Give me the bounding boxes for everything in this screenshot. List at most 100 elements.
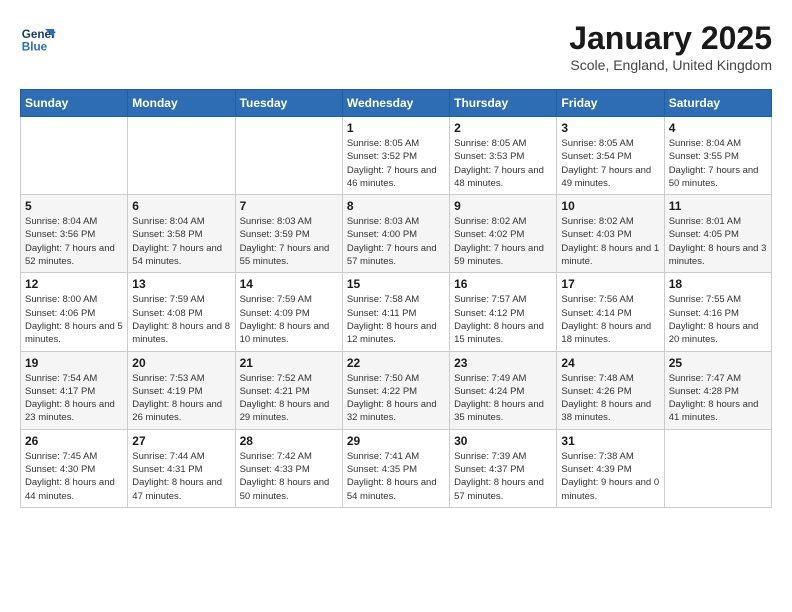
calendar-cell: 5 Sunrise: 8:04 AM Sunset: 3:56 PM Daylig… <box>21 195 128 273</box>
day-info: Sunrise: 8:01 AM Sunset: 4:05 PM Dayligh… <box>669 215 767 268</box>
day-number: 25 <box>669 356 767 370</box>
calendar-cell: 23 Sunrise: 7:49 AM Sunset: 4:24 PM Dayli… <box>450 351 557 429</box>
day-number: 17 <box>561 277 659 291</box>
day-number: 6 <box>132 199 230 213</box>
calendar-cell: 9Sunrise: 8:02 AM Sunset: 4:02 PM Daylig… <box>450 195 557 273</box>
calendar-cell: 17 Sunrise: 7:56 AM Sunset: 4:14 PM Dayli… <box>557 273 664 351</box>
day-info: Sunrise: 8:04 AM Sunset: 3:55 PM Dayligh… <box>669 137 767 190</box>
day-number: 12 <box>25 277 123 291</box>
day-number: 2 <box>454 121 552 135</box>
calendar-cell: 19 Sunrise: 7:54 AM Sunset: 4:17 PM Dayli… <box>21 351 128 429</box>
title-area: January 2025 Scole, England, United King… <box>569 20 772 73</box>
day-info: Sunrise: 7:56 AM Sunset: 4:14 PM Dayligh… <box>561 293 659 346</box>
day-info: Sunrise: 8:00 AM Sunset: 4:06 PM Dayligh… <box>25 293 123 346</box>
week-row-3: 12 Sunrise: 8:00 AM Sunset: 4:06 PM Dayli… <box>21 273 772 351</box>
day-number: 1 <box>347 121 445 135</box>
day-number: 28 <box>240 434 338 448</box>
calendar-cell <box>128 117 235 195</box>
day-number: 19 <box>25 356 123 370</box>
day-info: Sunrise: 7:45 AM Sunset: 4:30 PM Dayligh… <box>25 450 123 503</box>
calendar-cell: 29 Sunrise: 7:41 AM Sunset: 4:35 PM Dayli… <box>342 429 449 507</box>
weekday-header-saturday: Saturday <box>664 90 771 117</box>
week-row-5: 26 Sunrise: 7:45 AM Sunset: 4:30 PM Dayli… <box>21 429 772 507</box>
week-row-1: 1 Sunrise: 8:05 AM Sunset: 3:52 PM Daylig… <box>21 117 772 195</box>
day-info: Sunrise: 7:59 AM Sunset: 4:09 PM Dayligh… <box>240 293 338 346</box>
calendar-cell: 14 Sunrise: 7:59 AM Sunset: 4:09 PM Dayli… <box>235 273 342 351</box>
day-number: 14 <box>240 277 338 291</box>
day-info: Sunrise: 7:55 AM Sunset: 4:16 PM Dayligh… <box>669 293 767 346</box>
day-info: Sunrise: 8:02 AM Sunset: 4:03 PM Dayligh… <box>561 215 659 268</box>
logo-icon: General Blue <box>20 20 56 56</box>
day-number: 3 <box>561 121 659 135</box>
day-number: 7 <box>240 199 338 213</box>
day-number: 13 <box>132 277 230 291</box>
day-number: 5 <box>25 199 123 213</box>
calendar-cell: 13Sunrise: 7:59 AM Sunset: 4:08 PM Dayli… <box>128 273 235 351</box>
day-info: Sunrise: 7:48 AM Sunset: 4:26 PM Dayligh… <box>561 372 659 425</box>
day-info: Sunrise: 7:50 AM Sunset: 4:22 PM Dayligh… <box>347 372 445 425</box>
day-info: Sunrise: 7:49 AM Sunset: 4:24 PM Dayligh… <box>454 372 552 425</box>
day-info: Sunrise: 7:47 AM Sunset: 4:28 PM Dayligh… <box>669 372 767 425</box>
month-title: January 2025 <box>569 20 772 57</box>
calendar-cell: 15 Sunrise: 7:58 AM Sunset: 4:11 PM Dayli… <box>342 273 449 351</box>
day-info: Sunrise: 7:53 AM Sunset: 4:19 PM Dayligh… <box>132 372 230 425</box>
calendar-cell: 3 Sunrise: 8:05 AM Sunset: 3:54 PM Daylig… <box>557 117 664 195</box>
day-number: 23 <box>454 356 552 370</box>
day-info: Sunrise: 8:05 AM Sunset: 3:54 PM Dayligh… <box>561 137 659 190</box>
day-number: 10 <box>561 199 659 213</box>
calendar-cell: 8 Sunrise: 8:03 AM Sunset: 4:00 PM Daylig… <box>342 195 449 273</box>
day-info: Sunrise: 7:38 AM Sunset: 4:39 PM Dayligh… <box>561 450 659 503</box>
day-info: Sunrise: 8:05 AM Sunset: 3:53 PM Dayligh… <box>454 137 552 190</box>
calendar-cell: 21Sunrise: 7:52 AM Sunset: 4:21 PM Dayli… <box>235 351 342 429</box>
calendar-cell: 1 Sunrise: 8:05 AM Sunset: 3:52 PM Daylig… <box>342 117 449 195</box>
day-number: 15 <box>347 277 445 291</box>
calendar-cell: 26 Sunrise: 7:45 AM Sunset: 4:30 PM Dayli… <box>21 429 128 507</box>
weekday-header-row: SundayMondayTuesdayWednesdayThursdayFrid… <box>21 90 772 117</box>
day-number: 29 <box>347 434 445 448</box>
weekday-header-sunday: Sunday <box>21 90 128 117</box>
day-number: 4 <box>669 121 767 135</box>
day-info: Sunrise: 7:41 AM Sunset: 4:35 PM Dayligh… <box>347 450 445 503</box>
day-number: 9 <box>454 199 552 213</box>
day-info: Sunrise: 8:04 AM Sunset: 3:56 PM Dayligh… <box>25 215 123 268</box>
day-info: Sunrise: 8:04 AM Sunset: 3:58 PM Dayligh… <box>132 215 230 268</box>
day-number: 26 <box>25 434 123 448</box>
calendar-cell <box>21 117 128 195</box>
day-info: Sunrise: 8:05 AM Sunset: 3:52 PM Dayligh… <box>347 137 445 190</box>
day-info: Sunrise: 8:03 AM Sunset: 3:59 PM Dayligh… <box>240 215 338 268</box>
logo: General Blue <box>20 20 56 56</box>
day-number: 18 <box>669 277 767 291</box>
weekday-header-thursday: Thursday <box>450 90 557 117</box>
day-info: Sunrise: 7:44 AM Sunset: 4:31 PM Dayligh… <box>132 450 230 503</box>
weekday-header-tuesday: Tuesday <box>235 90 342 117</box>
calendar-cell: 18 Sunrise: 7:55 AM Sunset: 4:16 PM Dayli… <box>664 273 771 351</box>
day-number: 22 <box>347 356 445 370</box>
calendar-table: SundayMondayTuesdayWednesdayThursdayFrid… <box>20 89 772 508</box>
calendar-cell: 7 Sunrise: 8:03 AM Sunset: 3:59 PM Daylig… <box>235 195 342 273</box>
day-info: Sunrise: 7:54 AM Sunset: 4:17 PM Dayligh… <box>25 372 123 425</box>
weekday-header-monday: Monday <box>128 90 235 117</box>
calendar-cell: 22 Sunrise: 7:50 AM Sunset: 4:22 PM Dayli… <box>342 351 449 429</box>
calendar-cell: 11 Sunrise: 8:01 AM Sunset: 4:05 PM Dayli… <box>664 195 771 273</box>
location: Scole, England, United Kingdom <box>569 57 772 73</box>
week-row-4: 19 Sunrise: 7:54 AM Sunset: 4:17 PM Dayli… <box>21 351 772 429</box>
calendar-cell: 30Sunrise: 7:39 AM Sunset: 4:37 PM Dayli… <box>450 429 557 507</box>
calendar-cell: 31 Sunrise: 7:38 AM Sunset: 4:39 PM Dayli… <box>557 429 664 507</box>
day-number: 11 <box>669 199 767 213</box>
calendar-cell: 20Sunrise: 7:53 AM Sunset: 4:19 PM Dayli… <box>128 351 235 429</box>
day-info: Sunrise: 7:58 AM Sunset: 4:11 PM Dayligh… <box>347 293 445 346</box>
calendar-cell <box>235 117 342 195</box>
day-number: 31 <box>561 434 659 448</box>
weekday-header-wednesday: Wednesday <box>342 90 449 117</box>
day-info: Sunrise: 7:42 AM Sunset: 4:33 PM Dayligh… <box>240 450 338 503</box>
day-number: 24 <box>561 356 659 370</box>
day-number: 8 <box>347 199 445 213</box>
calendar-cell: 2 Sunrise: 8:05 AM Sunset: 3:53 PM Daylig… <box>450 117 557 195</box>
day-info: Sunrise: 8:03 AM Sunset: 4:00 PM Dayligh… <box>347 215 445 268</box>
calendar-cell: 24 Sunrise: 7:48 AM Sunset: 4:26 PM Dayli… <box>557 351 664 429</box>
calendar-cell: 28 Sunrise: 7:42 AM Sunset: 4:33 PM Dayli… <box>235 429 342 507</box>
calendar-cell <box>664 429 771 507</box>
calendar-cell: 27Sunrise: 7:44 AM Sunset: 4:31 PM Dayli… <box>128 429 235 507</box>
day-info: Sunrise: 7:52 AM Sunset: 4:21 PM Dayligh… <box>240 372 338 425</box>
day-number: 16 <box>454 277 552 291</box>
